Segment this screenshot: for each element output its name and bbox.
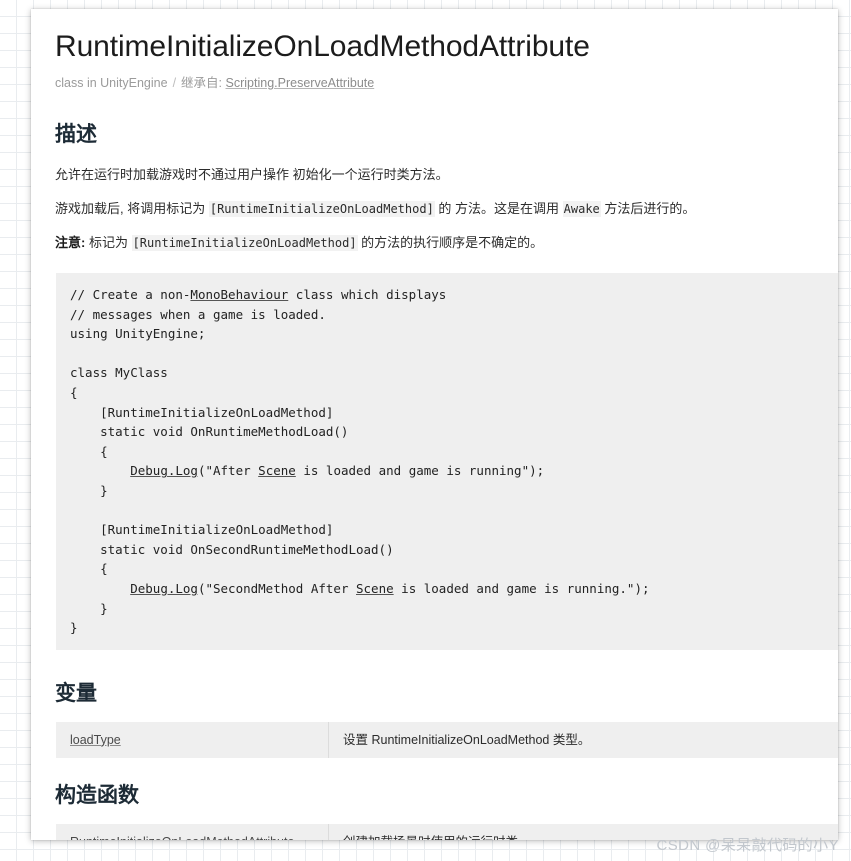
section-heading-description: 描述 [55,123,97,146]
note-label: 注意: [55,235,86,250]
table-cell-name: RuntimeInitializeOnLoadMethodAttribute [56,823,329,840]
variables-table: loadType 设置 RuntimeInitializeOnLoadMetho… [56,721,838,758]
para2-text-after: 方法后进行的。 [600,201,696,216]
section-heading-variables: 变量 [55,681,97,705]
code-symbol-link[interactable]: MonoBehaviour [190,287,288,302]
breadcrumb-separator: / [172,76,177,90]
breadcrumb: class in UnityEngine / 继承自: Scripting.Pres… [55,75,838,91]
code-symbol-link[interactable]: Debug.Log [130,463,198,478]
table-cell-name: loadType [56,721,329,758]
document-page-card: RuntimeInitializeOnLoadMethodAttribute c… [31,9,838,840]
description-paragraph-2: 游戏加载后, 将调用标记为 [RuntimeInitializeOnLoadMe… [55,199,795,219]
para3-text-after: 的方法的执行顺序是不确定的。 [357,235,544,250]
table-row: loadType 设置 RuntimeInitializeOnLoadMetho… [56,721,838,758]
para2-text-before: 游戏加载后, 将调用标记为 [55,201,209,216]
description-paragraph-1: 允许在运行时加载游戏时不通过用户操作 初始化一个运行时类方法。 [55,167,449,182]
code-sample-text: // Create a non-MonoBehaviour class whic… [70,287,650,636]
inline-code-attribute: [RuntimeInitializeOnLoadMethod] [208,201,435,217]
inherits-link[interactable]: Scripting.PreserveAttribute [226,76,375,90]
page-title: RuntimeInitializeOnLoadMethodAttribute [55,30,590,63]
description-paragraph-3: 注意: 标记为 [RuntimeInitializeOnLoadMethod] … [55,233,795,253]
inline-code-awake: Awake [562,201,601,217]
class-in-label: class in UnityEngine [55,76,168,90]
csdn-watermark: CSDN @呆呆敲代码的小Y [656,837,839,854]
table-cell-description: 设置 RuntimeInitializeOnLoadMethod 类型。 [343,732,591,747]
inline-code-attribute-2: [RuntimeInitializeOnLoadMethod] [131,235,358,251]
inherits-label: 继承自: [181,76,223,90]
para2-text-middle: 的 方法。这是在调用 [434,201,563,216]
code-sample-block: // Create a non-MonoBehaviour class whic… [56,273,838,650]
code-symbol-link[interactable]: Scene [356,581,394,596]
variable-link-loadtype[interactable]: loadType [70,733,121,747]
para3-text-before: 标记为 [85,235,132,250]
code-symbol-link[interactable]: Debug.Log [130,581,198,596]
code-symbol-link[interactable]: Scene [258,463,296,478]
constructor-link-runtimeinitializeonloadmethodattribute[interactable]: RuntimeInitializeOnLoadMethodAttribute [70,835,294,840]
section-heading-constructors: 构造函数 [55,783,139,807]
